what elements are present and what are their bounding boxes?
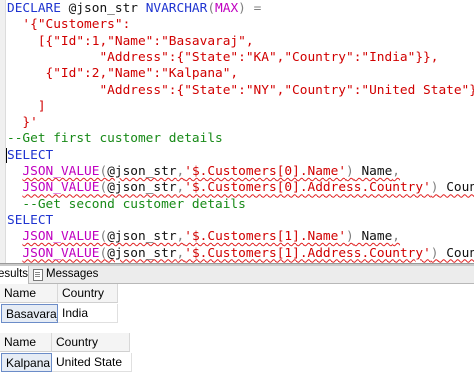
code-line: }' (7, 114, 38, 131)
code-token: , (392, 164, 401, 179)
code-token: DECLARE (7, 1, 69, 16)
code-token: = (253, 1, 262, 16)
code-line: JSON_VALUE(@json_str,'$.Customers[1].Nam… (7, 228, 400, 245)
code-token: "Address":{"State":"KA","Country":"India… (7, 49, 439, 65)
code-token: ) (430, 180, 439, 196)
code-token: }' (7, 115, 38, 131)
editor-gutter (0, 0, 6, 263)
code-token: @json_str (107, 245, 177, 261)
tab-messages[interactable]: Messages (30, 266, 100, 283)
grid-header-country[interactable]: Country (58, 284, 118, 303)
code-token: ) (238, 1, 254, 16)
code-token: '$.Customers[1].Address.Country' (184, 245, 431, 261)
results-pane: Name Country Basavaraj India Name Countr… (0, 284, 474, 392)
code-token: ) (430, 245, 439, 261)
code-token: Name (353, 229, 393, 245)
tab-results[interactable]: esults (0, 266, 29, 284)
grid-header-country[interactable]: Country (52, 333, 130, 352)
code-line: DECLARE @json_str NVARCHAR(MAX) = (7, 0, 261, 17)
code-line: ] (7, 98, 46, 115)
code-token: NVARCHAR (145, 1, 208, 16)
grid-cell-name[interactable]: Kalpana (1, 353, 52, 372)
code-token: Name (353, 164, 393, 179)
code-token: ( (207, 1, 216, 16)
code-token: "Address":{"State":"NY","Country":"Unite… (7, 82, 474, 98)
tab-messages-label: Messages (46, 268, 99, 280)
code-token: JSON_VALUE (22, 164, 100, 179)
code-line: '{"Customers": (7, 16, 130, 33)
grid-cell-country[interactable]: United State (52, 353, 132, 372)
code-token: --Get first customer details (7, 131, 223, 147)
tab-results-label: esults (0, 268, 29, 280)
code-line: SELECT (6, 147, 54, 164)
code-token: , (392, 229, 401, 245)
code-token: {"Id":2,"Name":"Kalpana", (7, 66, 239, 82)
code-token: SELECT (7, 212, 54, 228)
code-token: '$.Customers[1].Name' (184, 229, 347, 245)
code-line: "Address":{"State":"NY","Country":"Unite… (7, 82, 474, 99)
code-line: SELECT (7, 212, 53, 229)
code-token: ) (346, 229, 354, 245)
code-token: JSON_VALUE (22, 229, 100, 245)
code-token: @json_str (68, 1, 146, 16)
code-token: JSON_VALUE (22, 245, 100, 261)
code-token: Country (446, 180, 474, 196)
code-token: MAX (215, 1, 239, 16)
grid-cell-country[interactable]: India (58, 304, 118, 323)
code-token: @json_str (107, 164, 177, 179)
code-token: --Get second customer details (7, 196, 246, 212)
code-line: "Address":{"State":"KA","Country":"India… (7, 49, 438, 66)
code-token: '$.Customers[0].Name' (184, 164, 347, 179)
code-token: [{"Id":1,"Name":"Basavaraj", (7, 33, 254, 49)
code-token: SELECT (6, 147, 54, 163)
query-editor[interactable]: DECLARE @json_str NVARCHAR(MAX) = '{"Cus… (0, 0, 474, 263)
grid-header-name[interactable]: Name (0, 333, 52, 352)
code-token: ] (7, 98, 46, 114)
code-token: JSON_VALUE (22, 180, 100, 196)
code-token: @json_str (107, 229, 177, 245)
code-line: JSON_VALUE(@json_str,'$.Customers[1].Add… (7, 245, 474, 262)
code-token: @json_str (107, 180, 177, 196)
grid-cell-name[interactable]: Basavaraj (1, 304, 58, 323)
code-line: {"Id":2,"Name":"Kalpana", (7, 65, 239, 82)
code-token: ) (346, 164, 354, 179)
code-line: JSON_VALUE(@json_str,'$.Customers[0].Nam… (7, 163, 400, 180)
code-token: Country (446, 245, 474, 261)
code-token: '{"Customers": (7, 17, 131, 33)
code-line: [{"Id":1,"Name":"Basavaraj", (7, 33, 254, 50)
code-line: --Get second customer details (7, 196, 246, 213)
code-line: --Get first customer details (7, 130, 223, 147)
grid-header-name[interactable]: Name (0, 284, 58, 303)
code-line: JSON_VALUE(@json_str,'$.Customers[0].Add… (7, 179, 474, 196)
code-token: '$.Customers[0].Address.Country' (184, 180, 431, 196)
